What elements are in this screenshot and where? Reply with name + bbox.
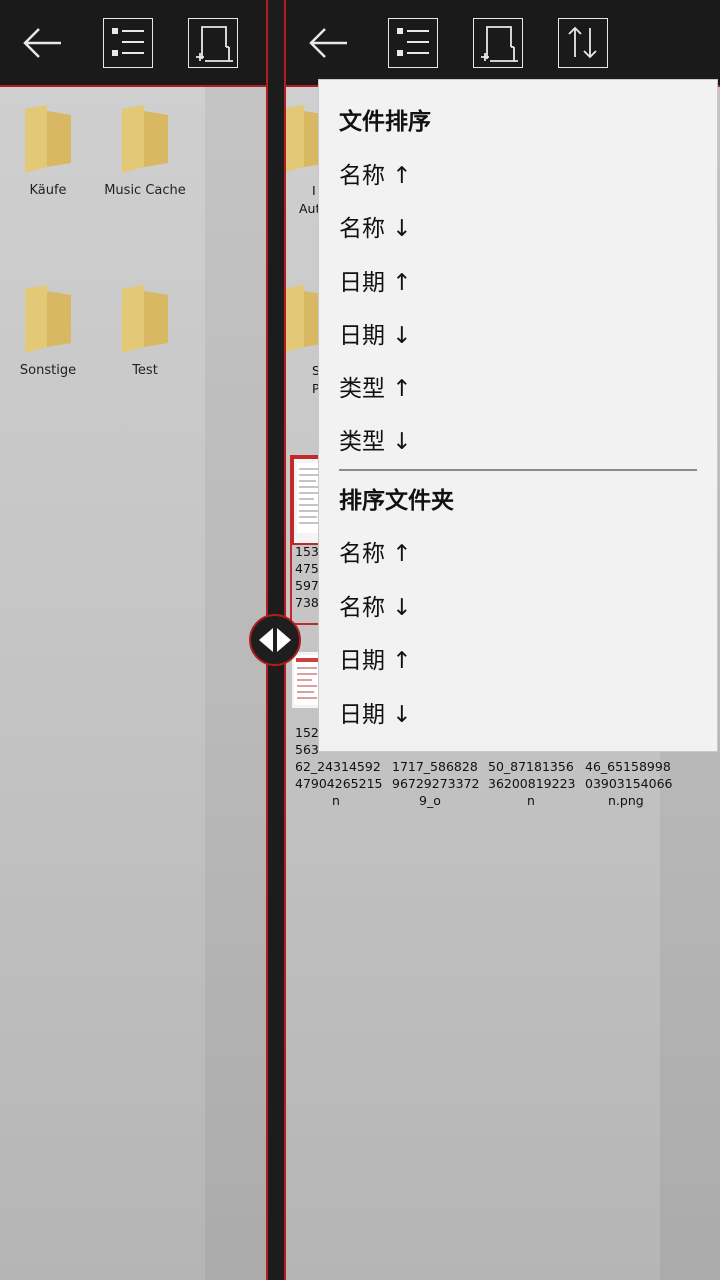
menu-item-folder-name-asc[interactable]: 名称 ↑	[339, 539, 412, 569]
new-folder-button[interactable]	[473, 18, 523, 68]
left-file-area: Käufe Music Cache Sonstige Test	[0, 87, 266, 1280]
folder-icon	[25, 285, 71, 357]
menu-item-file-name-asc[interactable]: 名称 ↑	[339, 161, 412, 191]
file-name-line: 563	[295, 742, 319, 757]
file-name-line: 9_o	[419, 793, 441, 808]
folder-item[interactable]: Käufe	[3, 105, 93, 199]
left-toolbar	[0, 0, 266, 87]
folder-label: Käufe	[29, 183, 67, 198]
selection-outline	[290, 455, 320, 625]
split-handle[interactable]	[249, 614, 301, 666]
right-toolbar	[286, 0, 720, 87]
sort-icon	[568, 26, 597, 59]
file-name-line: 46_65158998	[585, 759, 671, 774]
file-name-line: 03903154066	[585, 776, 673, 791]
resize-arrows-icon	[259, 628, 291, 652]
menu-item-folder-date-asc[interactable]: 日期 ↑	[339, 646, 412, 676]
file-name-line: 1717_586828	[392, 759, 478, 774]
menu-item-file-date-desc[interactable]: 日期 ↓	[339, 321, 412, 351]
menu-item-folder-date-desc[interactable]: 日期 ↓	[339, 700, 412, 730]
file-name-line: 47904265215	[295, 776, 383, 791]
menu-item-file-type-asc[interactable]: 类型 ↑	[339, 374, 412, 404]
sort-button[interactable]	[558, 18, 608, 68]
file-name-line: n	[527, 793, 535, 808]
back-arrow-icon	[23, 28, 61, 58]
file-name-line: 50_87181356	[488, 759, 574, 774]
file-name-line: 96729273372	[392, 776, 480, 791]
folder-label: I	[312, 183, 316, 198]
folder-label: Test	[132, 363, 158, 378]
folder-item[interactable]: Music Cache	[100, 105, 190, 199]
menu-item-file-name-desc[interactable]: 名称 ↓	[339, 214, 412, 244]
menu-item-folder-name-desc[interactable]: 名称 ↓	[339, 593, 412, 623]
menu-item-file-type-desc[interactable]: 类型 ↓	[339, 427, 412, 457]
back-button[interactable]	[17, 18, 67, 68]
new-folder-icon	[481, 26, 518, 62]
left-pane: Käufe Music Cache Sonstige Test	[0, 0, 266, 1280]
folder-icon	[122, 105, 168, 177]
new-folder-icon	[196, 26, 233, 62]
file-name-line: 152	[295, 725, 319, 740]
folder-sort-header: 排序文件夹	[339, 488, 454, 514]
menu-item-file-date-asc[interactable]: 日期 ↑	[339, 268, 412, 298]
list-view-button[interactable]	[388, 18, 438, 68]
menu-separator	[339, 469, 697, 471]
list-view-icon	[397, 28, 429, 56]
folder-icon	[122, 285, 168, 357]
file-name-line: 62_24314592	[295, 759, 381, 774]
folder-item[interactable]: Sonstige	[3, 285, 93, 379]
left-scroll-strip	[205, 87, 266, 1280]
list-view-icon	[112, 28, 144, 56]
back-button[interactable]	[303, 18, 353, 68]
folder-label: Sonstige	[19, 363, 77, 378]
new-folder-button[interactable]	[188, 18, 238, 68]
file-sort-header: 文件排序	[339, 109, 431, 135]
folder-item[interactable]: Test	[100, 285, 190, 379]
file-name-line: n.png	[608, 793, 644, 808]
back-arrow-icon	[309, 28, 347, 58]
folder-icon	[25, 105, 71, 177]
folder-label: Music Cache	[104, 183, 186, 198]
sort-menu: 文件排序 名称 ↑ 名称 ↓ 日期 ↑ 日期 ↓ 类型 ↑ 类型 ↓ 排序文件夹…	[318, 79, 718, 752]
file-name-line: n	[332, 793, 340, 808]
file-name-line: 36200819223	[488, 776, 576, 791]
list-view-button[interactable]	[103, 18, 153, 68]
